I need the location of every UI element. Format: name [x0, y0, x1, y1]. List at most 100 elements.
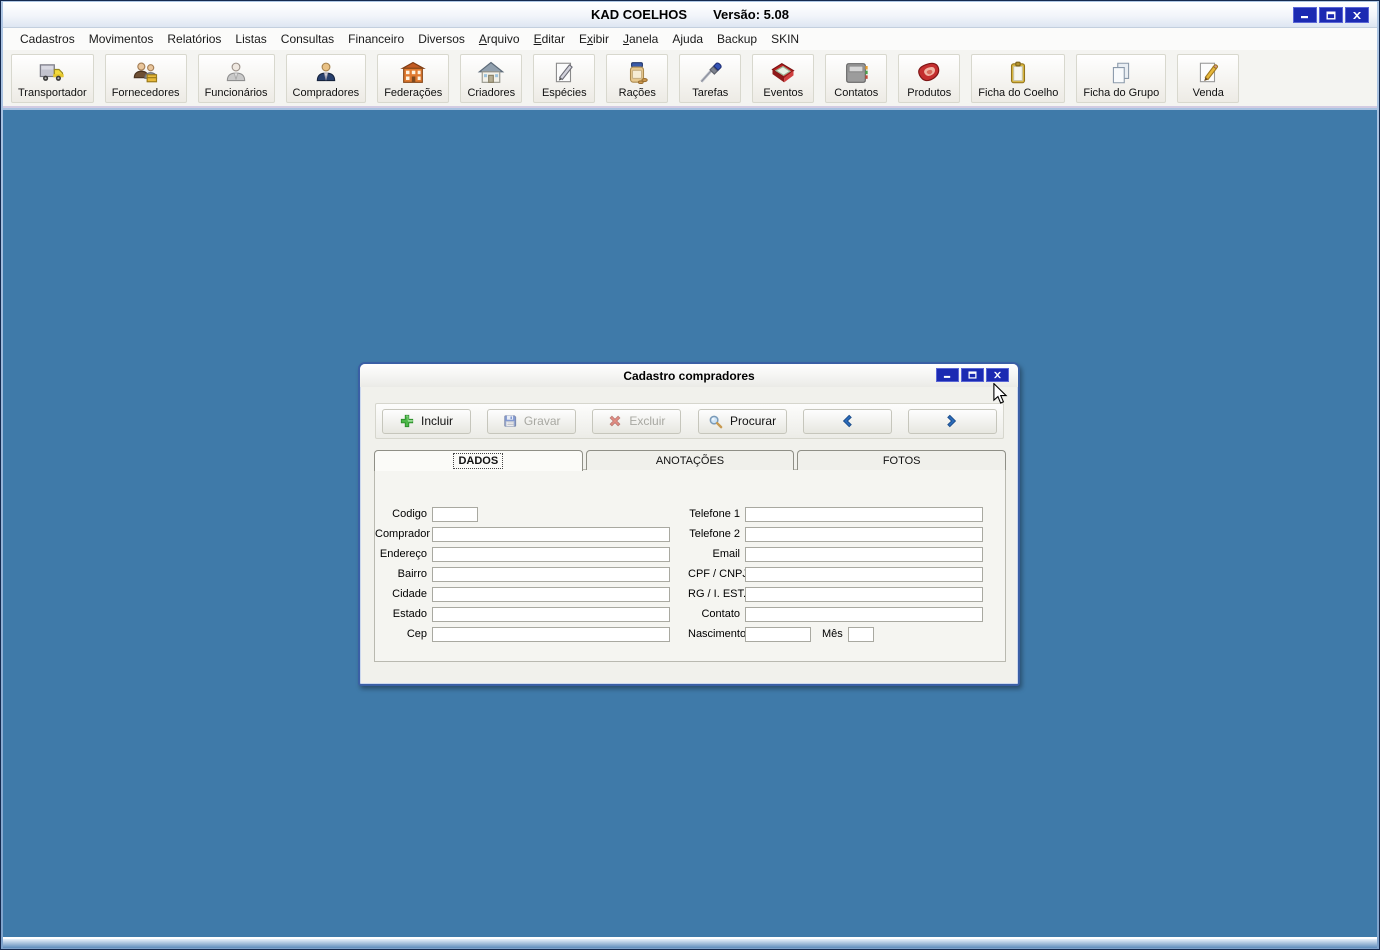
dialog-close-button[interactable] [986, 368, 1009, 382]
rg-iest-field[interactable] [745, 586, 983, 602]
comprador-field[interactable] [432, 526, 670, 542]
toolbar-racoes-button[interactable]: Rações [606, 54, 669, 103]
toolbar-eventos-button[interactable]: Eventos [752, 54, 815, 103]
menu-arquivo[interactable]: Arquivo [472, 29, 527, 49]
toolbar-venda-button[interactable]: Venda [1177, 54, 1240, 103]
previous-record-button[interactable] [802, 408, 892, 434]
endereco-field[interactable] [432, 546, 670, 562]
menu-listas[interactable]: Listas [228, 29, 273, 49]
next-record-button[interactable] [907, 408, 997, 434]
mes-label: Mês [822, 628, 843, 640]
nascimento-label: Nascimento [688, 628, 747, 640]
dialog-title: Cadastro compradores [623, 368, 755, 383]
menu-backup[interactable]: Backup [710, 29, 764, 49]
toolbar-label: Criadores [467, 87, 516, 99]
form-right-column: Telefone 1 Telefone 2 Email CPF / CNPJ R… [688, 504, 983, 644]
menu-diversos[interactable]: Diversos [411, 29, 472, 49]
bairro-field[interactable] [432, 566, 670, 582]
toolbar-especies-button[interactable]: Espécies [533, 54, 596, 103]
estado-field[interactable] [432, 606, 670, 622]
dialog-tabs: DADOS ANOTAÇÕES FOTOS [374, 450, 1007, 471]
toolbar-label: Eventos [763, 87, 804, 99]
cep-field[interactable] [432, 626, 670, 642]
email-field[interactable] [745, 546, 983, 562]
codigo-label: Codigo [392, 508, 427, 520]
address-book-icon [842, 59, 870, 87]
main-toolbar: Transportador Fornecedores Funcionários … [3, 50, 1377, 108]
excluir-label: Excluir [629, 414, 666, 428]
save-floppy-icon [504, 415, 516, 427]
procurar-button[interactable]: Procurar [697, 408, 787, 434]
toolbar-label: Tarefas [692, 87, 729, 99]
close-button[interactable] [1345, 7, 1369, 23]
toolbar-fornecedores-button[interactable]: Fornecedores [104, 54, 187, 103]
cidade-field[interactable] [432, 586, 670, 602]
incluir-button[interactable]: Incluir [382, 408, 471, 434]
toolbar-federacoes-button[interactable]: Federações [377, 54, 450, 103]
dialog-maximize-button[interactable] [961, 368, 984, 382]
dialog-minimize-button[interactable] [936, 368, 959, 382]
contato-label: Contato [701, 608, 740, 620]
toolbar-label: Contatos [834, 87, 879, 99]
minimize-icon [943, 375, 951, 378]
menu-movimentos[interactable]: Movimentos [82, 29, 161, 49]
toolbar-funcionarios-button[interactable]: Funcionários [197, 54, 275, 103]
building-icon [399, 59, 427, 87]
dialog-titlebar[interactable]: Cadastro compradores [360, 364, 1018, 387]
menu-relatorios[interactable]: Relatórios [160, 29, 228, 49]
cidade-label: Cidade [392, 588, 427, 600]
cpf-cnpj-field[interactable] [745, 566, 983, 582]
cep-label: Cep [406, 628, 427, 640]
minimize-button[interactable] [1293, 7, 1317, 23]
toolbar-criadores-button[interactable]: Criadores [460, 54, 523, 103]
main-window-controls [1293, 7, 1369, 23]
toolbar-contatos-button[interactable]: Contatos [825, 54, 888, 103]
tab-fotos[interactable]: FOTOS [797, 450, 1007, 470]
menu-bar: Cadastros Movimentos Relatórios Listas C… [3, 28, 1377, 50]
house-icon [477, 59, 505, 87]
toolbar-produtos-button[interactable]: Produtos [898, 54, 961, 103]
toolbar-ficha-do-grupo-button[interactable]: Ficha do Grupo [1076, 54, 1167, 103]
dialog-toolbar: Incluir Gravar Excluir Procurar [375, 403, 1004, 439]
tab-anotacoes-label: ANOTAÇÕES [655, 454, 725, 467]
menu-financeiro[interactable]: Financeiro [341, 29, 411, 49]
nascimento-field[interactable] [745, 626, 811, 642]
codigo-field[interactable] [432, 506, 478, 522]
suppliers-people-icon [132, 59, 160, 87]
menu-ajuda[interactable]: Ajuda [665, 29, 710, 49]
menu-cadastros[interactable]: Cadastros [13, 29, 82, 49]
endereco-label: Endereço [379, 548, 427, 560]
feed-jar-icon [624, 59, 650, 87]
menu-exibir[interactable]: Exibir [572, 29, 616, 49]
screwdriver-icon [697, 59, 723, 87]
maximize-button[interactable] [1319, 7, 1343, 23]
menu-janela[interactable]: Janela [616, 29, 665, 49]
cpf-cnpj-label: CPF / CNPJ [688, 568, 748, 580]
chevron-left-icon [843, 414, 853, 428]
toolbar-ficha-do-coelho-button[interactable]: Ficha do Coelho [971, 54, 1066, 103]
menu-consultas[interactable]: Consultas [274, 29, 341, 49]
toolbar-transportador-button[interactable]: Transportador [11, 54, 94, 103]
toolbar-compradores-button[interactable]: Compradores [285, 54, 367, 103]
telefone1-field[interactable] [745, 506, 983, 522]
tab-fotos-label: FOTOS [882, 454, 921, 467]
tab-anotacoes[interactable]: ANOTAÇÕES [585, 450, 795, 470]
gravar-button[interactable]: Gravar [487, 408, 577, 434]
toolbar-tarefas-button[interactable]: Tarefas [679, 54, 742, 103]
telefone2-field[interactable] [745, 526, 983, 542]
contato-field[interactable] [745, 606, 983, 622]
tab-dados[interactable]: DADOS [374, 450, 583, 471]
note-pencil-icon [551, 59, 577, 87]
buyer-person-icon [313, 59, 339, 87]
minimize-icon [1301, 16, 1308, 19]
excluir-button[interactable]: Excluir [592, 408, 682, 434]
rg-iest-label: RG / I. EST. [688, 588, 747, 600]
dados-tab-panel: Codigo Comprador Endereço Bairro Cidade … [374, 469, 1006, 662]
mes-field[interactable] [847, 626, 874, 642]
main-titlebar: KAD COELHOS Versão: 5.08 [3, 2, 1377, 28]
toolbar-label: Rações [618, 87, 656, 99]
employee-person-icon [223, 59, 249, 87]
menu-editar[interactable]: Editar [527, 29, 572, 49]
menu-skin[interactable]: SKIN [764, 29, 806, 49]
toolbar-label: Federações [384, 87, 443, 99]
